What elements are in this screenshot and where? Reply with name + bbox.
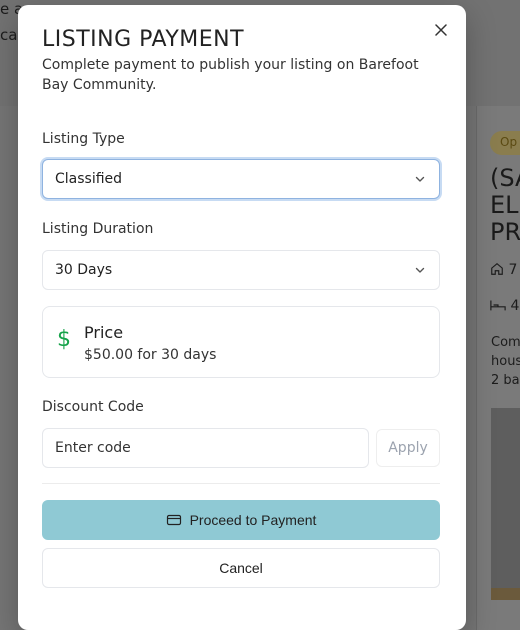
apply-discount-button[interactable]: Apply (376, 429, 440, 467)
chevron-down-icon (415, 267, 425, 273)
background-text: ca (0, 26, 18, 44)
listing-type-value: Classified (55, 171, 123, 187)
price-detail: $50.00 for 30 days (84, 347, 217, 363)
close-button[interactable] (430, 19, 452, 41)
payment-modal: LISTING PAYMENT Complete payment to publ… (18, 5, 466, 630)
listing-type-select[interactable]: Classified (42, 159, 440, 199)
background-listing-title: (SA (490, 164, 520, 192)
price-summary: $ Price $50.00 for 30 days (42, 306, 440, 378)
background-listing-title: EL (490, 191, 519, 219)
modal-description: Complete payment to publish your listing… (42, 57, 419, 93)
proceed-to-payment-button[interactable]: Proceed to Payment (42, 500, 440, 540)
discount-code-input[interactable] (42, 428, 369, 468)
background-listing-title: PR (490, 218, 520, 246)
chevron-down-icon (415, 176, 425, 182)
background-description: Com hous 2 bat (491, 335, 520, 388)
background-info-line: 7 (490, 262, 517, 278)
divider (42, 483, 440, 484)
modal-title: LISTING PAYMENT (42, 27, 245, 52)
cancel-button[interactable]: Cancel (42, 548, 440, 588)
bed-icon (490, 300, 506, 311)
close-icon (435, 24, 447, 36)
price-title: Price (84, 323, 124, 342)
listing-duration-label: Listing Duration (42, 221, 154, 237)
background-status-badge: Op (490, 131, 520, 155)
credit-card-icon (166, 514, 181, 526)
discount-code-label: Discount Code (42, 399, 144, 415)
home-icon (491, 263, 503, 275)
listing-duration-select[interactable]: 30 Days (42, 250, 440, 290)
background-listing-image (491, 408, 520, 600)
dollar-icon: $ (57, 327, 71, 352)
background-info-line: 4 (490, 298, 519, 314)
listing-type-label: Listing Type (42, 131, 125, 147)
background-image-strip (491, 588, 520, 600)
listing-duration-value: 30 Days (55, 262, 113, 278)
proceed-label: Proceed to Payment (189, 512, 317, 528)
